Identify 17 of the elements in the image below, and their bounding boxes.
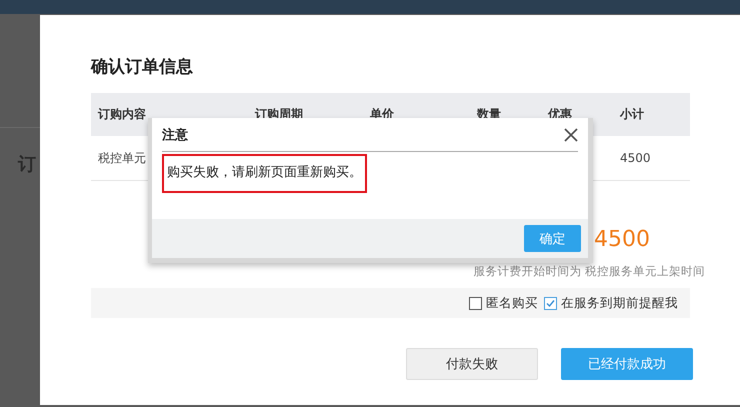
dialog-title: 注意 [162, 126, 188, 144]
column-header: 小计 [620, 106, 645, 123]
ok-button[interactable]: 确定 [524, 225, 581, 252]
checkbox[interactable] [469, 296, 482, 310]
total-amount: 4500 [594, 227, 650, 252]
close-icon[interactable] [564, 128, 578, 142]
checkbox[interactable] [544, 296, 557, 310]
payment-failed-button[interactable]: 付款失败 [406, 348, 538, 380]
checkbox-label: 在服务到期前提醒我 [561, 294, 678, 312]
column-header: 订购内容 [98, 106, 147, 123]
confirm-paid-button[interactable]: 已经付款成功 [561, 348, 693, 380]
table-cell-text: 4500 [620, 151, 652, 165]
error-message: 购买失败，请刷新页面重新购买。 [162, 154, 367, 193]
checkbox-label: 匿名购买 [486, 294, 538, 312]
billing-note: 服务计费开始时间为 税控服务单元上架时间 [473, 264, 705, 279]
modal-title: 确认订单信息 [91, 56, 194, 79]
table-cell-text: 税控单元 [98, 150, 147, 166]
